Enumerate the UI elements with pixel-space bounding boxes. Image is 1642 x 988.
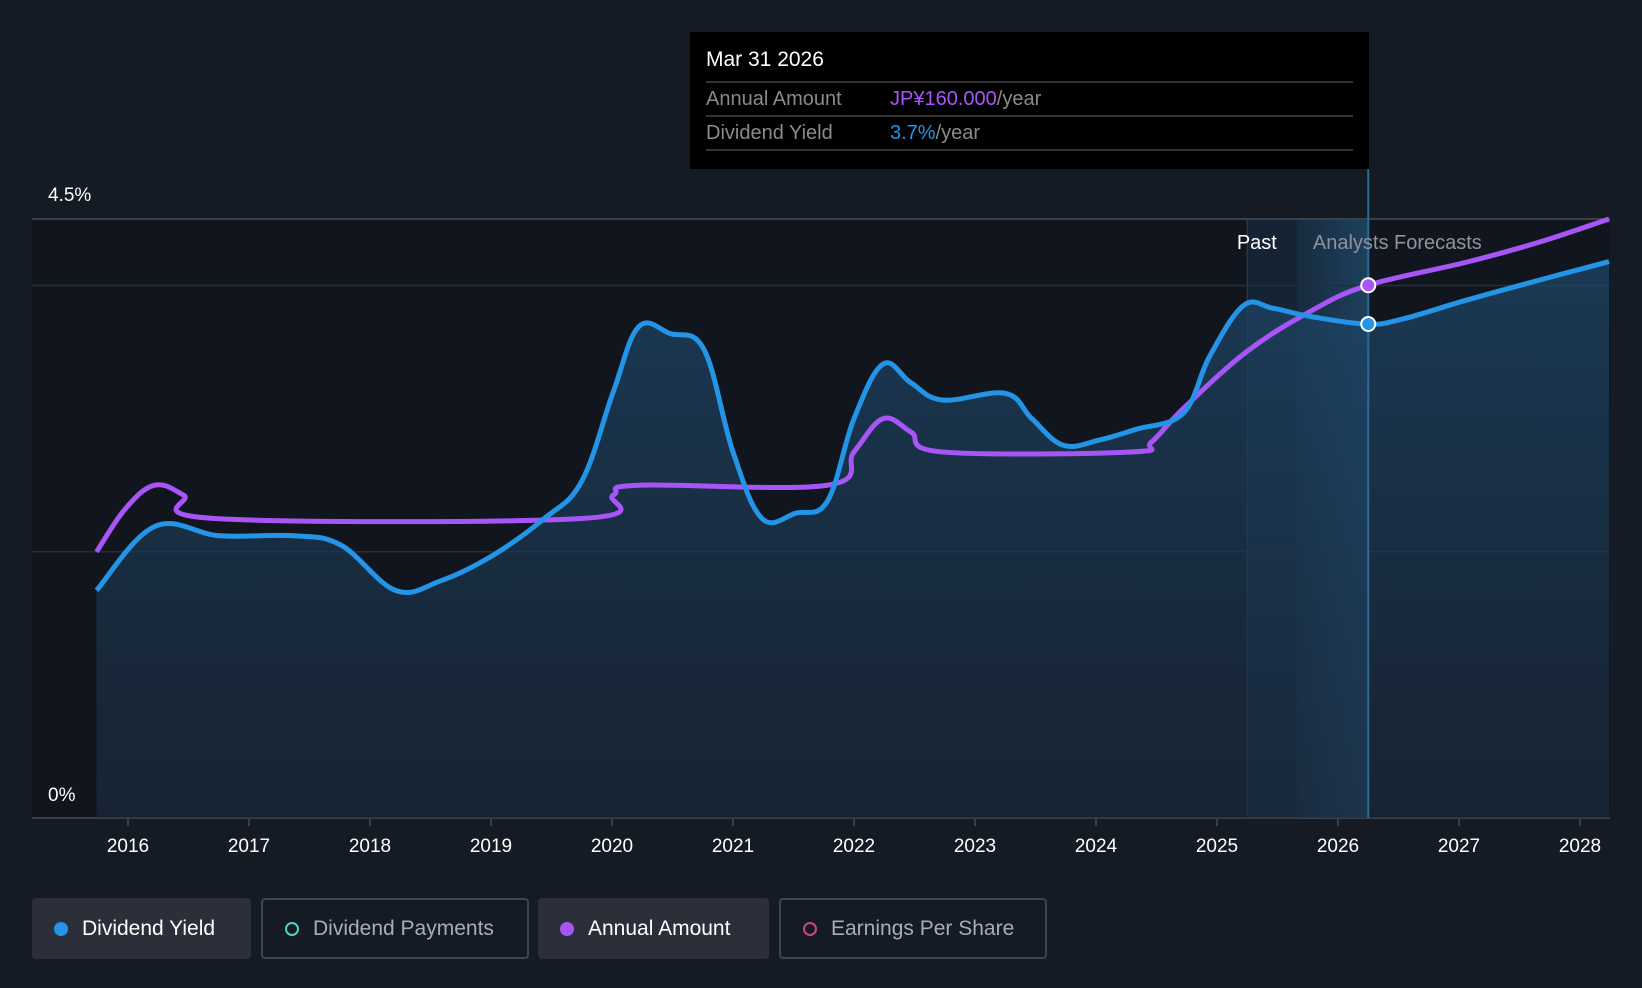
x-tick-label: 2018 xyxy=(349,836,391,857)
dividend-yield-marker xyxy=(1360,315,1377,332)
tooltip-value: 3.7% xyxy=(890,122,936,144)
past-label: Past xyxy=(1237,232,1277,254)
tooltip: Mar 31 2026 Annual Amount JP¥160.000/yea… xyxy=(690,32,1369,169)
x-tick-label: 2022 xyxy=(833,836,875,857)
tooltip-row-dividend-yield: Dividend Yield 3.7%/year xyxy=(706,115,1353,151)
tooltip-label: Annual Amount xyxy=(706,88,842,110)
legend-dot-icon xyxy=(285,921,299,936)
legend-dot-icon xyxy=(803,921,817,936)
x-tick-label: 2026 xyxy=(1317,836,1359,857)
y-label-min: 0% xyxy=(48,785,76,806)
tooltip-label: Dividend Yield xyxy=(706,122,833,144)
legend-dividend-yield[interactable]: Dividend Yield xyxy=(32,898,251,959)
tooltip-date: Mar 31 2026 xyxy=(706,48,824,71)
legend-label: Annual Amount xyxy=(588,916,731,940)
legend-dividend-payments[interactable]: Dividend Payments xyxy=(261,898,529,959)
x-tick-label: 2028 xyxy=(1559,836,1601,857)
x-tick-label: 2020 xyxy=(591,836,633,857)
x-tick-label: 2025 xyxy=(1196,836,1238,857)
legend-annual-amount[interactable]: Annual Amount xyxy=(538,898,769,959)
tooltip-unit: /year xyxy=(996,88,1042,110)
x-tick-label: 2017 xyxy=(228,836,270,857)
forecast-label: Analysts Forecasts xyxy=(1313,232,1482,254)
legend-label: Dividend Payments xyxy=(313,916,494,940)
legend-dot-icon xyxy=(54,921,68,936)
legend-earnings-per-share[interactable]: Earnings Per Share xyxy=(779,898,1047,959)
x-tick-label: 2021 xyxy=(712,836,754,857)
legend-dot-icon xyxy=(560,921,574,936)
x-tick-label: 2019 xyxy=(470,836,512,857)
annual-amount-marker xyxy=(1360,277,1377,294)
legend-label: Dividend Yield xyxy=(82,916,216,940)
x-tick-label: 2023 xyxy=(954,836,996,857)
y-label-max: 4.5% xyxy=(48,185,91,206)
tooltip-value: JP¥160.000 xyxy=(890,88,997,110)
x-tick-label: 2027 xyxy=(1438,836,1480,857)
x-tick-label: 2016 xyxy=(107,836,149,857)
x-tick-label: 2024 xyxy=(1075,836,1118,857)
legend-label: Earnings Per Share xyxy=(831,916,1015,940)
tooltip-row-annual-amount: Annual Amount JP¥160.000/year xyxy=(706,81,1353,115)
tooltip-unit: /year xyxy=(935,122,981,144)
